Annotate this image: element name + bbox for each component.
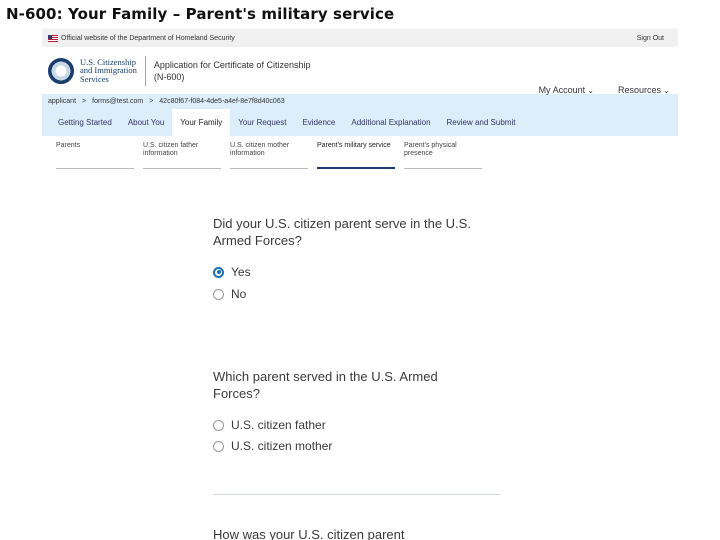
application-title-line-1: Application for Certificate of Citizensh…	[153, 59, 311, 70]
question-line: Forces?	[213, 386, 260, 401]
subtab-label: Parent's military service	[317, 142, 391, 149]
subtab-label: U.S. citizen mother	[230, 142, 290, 149]
radio-option-no[interactable]: No	[213, 287, 246, 301]
breadcrumb-separator: >	[149, 98, 154, 105]
question-parent-served: Did your U.S. citizen parent serve in th…	[213, 215, 503, 249]
radio-label: U.S. citizen father	[231, 418, 326, 432]
sign-out-link[interactable]: Sign Out	[637, 35, 664, 42]
tab-review-and-submit[interactable]: Review and Submit	[439, 109, 524, 136]
site-header: U.S. Citizenship and Immigration Service…	[42, 47, 678, 95]
radio-label: Yes	[231, 265, 251, 279]
form-section-tabs: Getting Started About You Your Family Yo…	[42, 109, 678, 136]
subtab-physical-presence[interactable]: Parent's physical presence	[404, 136, 482, 169]
slide-title: N-600: Your Family – Parent's military s…	[6, 5, 395, 23]
question-how-served: How was your U.S. citizen parent	[213, 526, 503, 540]
gov-banner-left: Official website of the Department of Ho…	[48, 34, 235, 42]
breadcrumb-receipt: 42c80f67-f084-4de5-a4ef-8e7f8d40c063	[159, 98, 285, 105]
dhs-seal-icon	[48, 57, 74, 84]
question-line: Which parent served in the U.S. Armed	[213, 369, 438, 384]
radio-label: U.S. citizen mother	[231, 439, 333, 453]
my-account-menu[interactable]: My Account	[539, 85, 594, 95]
tab-about-you[interactable]: About You	[120, 109, 172, 136]
application-title-line-2: (N-600)	[153, 71, 185, 82]
agency-logo-text[interactable]: U.S. Citizenship and Immigration Service…	[80, 58, 137, 84]
radio-unselected-icon[interactable]	[213, 419, 224, 431]
subtab-label: Parent's physical	[404, 142, 457, 149]
radio-option-father[interactable]: U.S. citizen father	[213, 418, 326, 432]
question-line: How was your U.S. citizen parent	[213, 527, 405, 540]
agency-line-3: Services	[80, 73, 109, 84]
tab-getting-started[interactable]: Getting Started	[50, 109, 120, 136]
question-line: Armed Forces?	[213, 233, 302, 248]
breadcrumb-separator: >	[82, 98, 87, 105]
gov-banner-text: Official website of the Department of Ho…	[61, 34, 235, 42]
breadcrumb-email[interactable]: forms@test.com	[92, 98, 143, 105]
resources-menu[interactable]: Resources	[618, 85, 670, 95]
subtab-parents[interactable]: Parents	[56, 136, 134, 169]
tab-evidence[interactable]: Evidence	[294, 109, 343, 136]
radio-option-yes[interactable]: Yes	[213, 265, 251, 279]
radio-selected-icon[interactable]	[213, 266, 224, 278]
subtab-label: Parents	[56, 142, 81, 149]
radio-label: No	[231, 287, 247, 301]
subtab-label: presence	[404, 150, 433, 157]
tab-your-request[interactable]: Your Request	[230, 109, 294, 136]
subtab-mother-information[interactable]: U.S. citizen mother information	[230, 136, 308, 169]
family-subtabs: Parents U.S. citizen father information …	[56, 136, 678, 170]
header-divider	[144, 55, 146, 86]
subtab-label: U.S. citizen father	[143, 142, 199, 149]
header-links: My Account Resources	[539, 85, 670, 95]
section-divider	[213, 494, 500, 495]
us-flag-icon	[48, 34, 58, 42]
tab-additional-explanation[interactable]: Additional Explanation	[343, 109, 438, 136]
breadcrumb-applicant[interactable]: applicant	[48, 98, 76, 105]
browser-screenshot: Official website of the Department of Ho…	[42, 29, 678, 540]
gov-banner: Official website of the Department of Ho…	[42, 29, 678, 47]
radio-unselected-icon[interactable]	[213, 288, 224, 300]
radio-unselected-icon[interactable]	[213, 440, 224, 452]
question-which-parent: Which parent served in the U.S. Armed Fo…	[213, 368, 503, 402]
subtab-label: information	[230, 150, 265, 157]
tab-your-family[interactable]: Your Family	[172, 109, 231, 136]
application-title: Application for Certificate of Citizensh…	[154, 59, 311, 83]
question-line: Did your U.S. citizen parent serve in th…	[213, 216, 471, 231]
breadcrumb: applicant > forms@test.com > 42c80f67-f0…	[42, 94, 678, 109]
radio-option-mother[interactable]: U.S. citizen mother	[213, 439, 332, 453]
subtab-label: information	[143, 150, 178, 157]
subtab-military-service[interactable]: Parent's military service	[317, 136, 395, 169]
subtab-father-information[interactable]: U.S. citizen father information	[143, 136, 221, 169]
